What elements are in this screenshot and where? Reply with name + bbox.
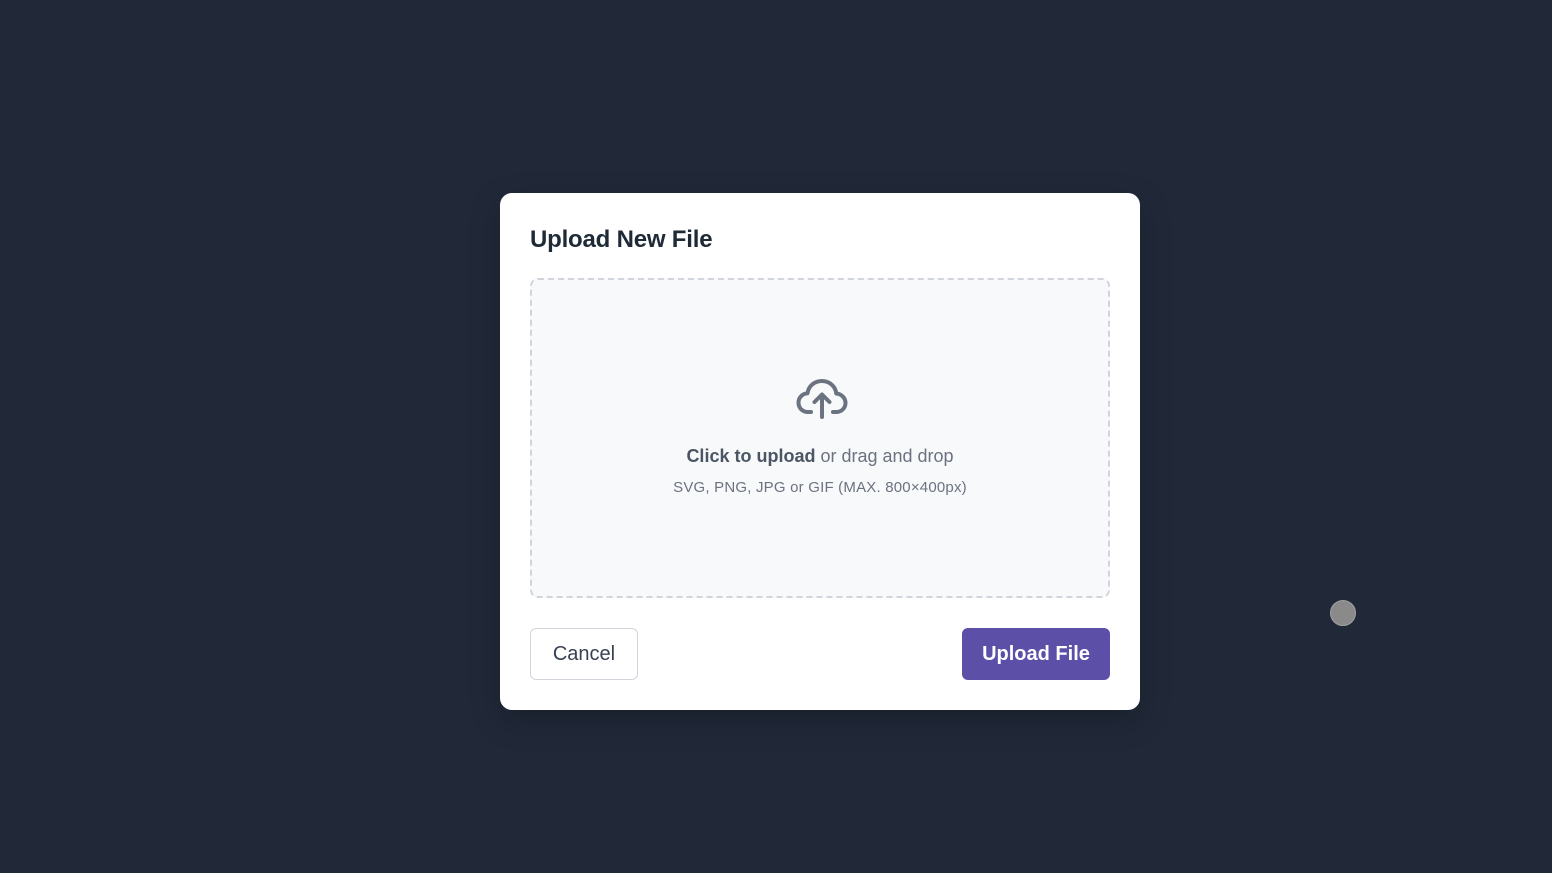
dropzone-instruction: Click to upload or drag and drop	[532, 445, 1108, 467]
file-dropzone[interactable]: Click to upload or drag and drop SVG, PN…	[530, 278, 1110, 598]
page-backdrop: Upload New File Click to upload or drag …	[0, 0, 1552, 873]
drag-and-drop-text: or drag and drop	[815, 446, 954, 466]
upload-file-button[interactable]: Upload File	[962, 628, 1110, 680]
dialog-title: Upload New File	[530, 226, 713, 253]
click-to-upload-link[interactable]: Click to upload	[686, 446, 815, 466]
cancel-button[interactable]: Cancel	[530, 628, 638, 680]
mouse-cursor-indicator	[1330, 600, 1356, 626]
file-type-hint: SVG, PNG, JPG or GIF (MAX. 800×400px)	[673, 479, 967, 496]
cloud-upload-icon	[796, 379, 848, 419]
upload-dialog: Upload New File Click to upload or drag …	[500, 193, 1140, 710]
